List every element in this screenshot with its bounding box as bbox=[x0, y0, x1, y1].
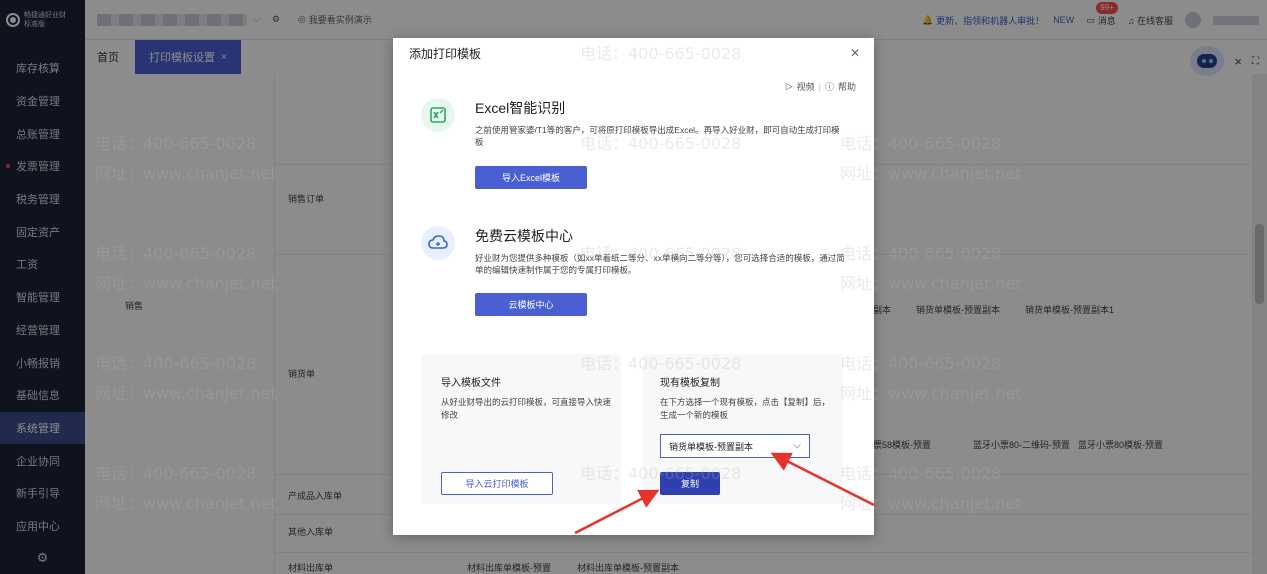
import-file-title: 导入模板文件 bbox=[441, 378, 501, 389]
import-file-description: 从好业财导出的云打印模板，可直接导入快速修改 bbox=[441, 397, 612, 420]
help-links: ▷ 视频 | ⓘ 帮助 bbox=[785, 80, 856, 93]
excel-section: Excel智能识别 之前使用管家婆/T1等的客户，可将原打印模板导出成Excel… bbox=[421, 96, 851, 196]
import-excel-label: 导入Excel模板 bbox=[501, 173, 560, 183]
excel-description: 之前使用管家婆/T1等的客户，可将原打印模板导出成Excel。再导入好业财，即可… bbox=[475, 125, 840, 147]
cloud-icon bbox=[421, 226, 455, 260]
import-excel-button[interactable]: 导入Excel模板 bbox=[475, 166, 587, 189]
help-link[interactable]: 帮助 bbox=[838, 80, 856, 93]
close-icon[interactable]: ✕ bbox=[850, 46, 860, 60]
excel-icon bbox=[421, 98, 455, 132]
add-print-template-dialog: 添加打印模板 ✕ ▷ 视频 | ⓘ 帮助 Excel智能识别 之前使用管家婆/T… bbox=[393, 38, 874, 535]
import-cloud-template-label: 导入云打印模板 bbox=[465, 479, 529, 489]
copy-label: 复制 bbox=[680, 479, 699, 489]
copy-button[interactable]: 复制 bbox=[660, 472, 720, 495]
copy-template-card: 现有模板复制 在下方选择一个现有模板，点击【复制】后，生成一个新的模板 销货单模… bbox=[643, 354, 843, 504]
excel-title: Excel智能识别 bbox=[475, 100, 566, 116]
lower-cards: 导入模板文件 从好业财导出的云打印模板，可直接导入快速修改 导入云打印模板 现有… bbox=[421, 354, 845, 504]
cloud-center-label: 云模板中心 bbox=[508, 300, 554, 310]
import-file-card: 导入模板文件 从好业财导出的云打印模板，可直接导入快速修改 导入云打印模板 bbox=[421, 354, 621, 504]
cloud-title: 免费云模板中心 bbox=[475, 228, 573, 244]
cloud-description: 好业财为您提供多种模板（如xx单着纸二等分、xx单横向二等分等），您可选择合适的… bbox=[475, 253, 845, 275]
template-select-value: 销货单模板-预置副本 bbox=[669, 441, 753, 452]
play-icon: ▷ bbox=[785, 81, 793, 91]
copy-template-description: 在下方选择一个现有模板，点击【复制】后，生成一个新的模板 bbox=[660, 397, 831, 420]
cloud-template-center-button[interactable]: 云模板中心 bbox=[475, 293, 587, 316]
help-icon: ⓘ bbox=[824, 82, 834, 92]
copy-template-title: 现有模板复制 bbox=[660, 378, 720, 389]
video-link[interactable]: 视频 bbox=[797, 80, 815, 93]
import-cloud-template-button[interactable]: 导入云打印模板 bbox=[441, 472, 553, 495]
chevron-down-icon: ⌵ bbox=[793, 440, 801, 451]
template-select[interactable]: 销货单模板-预置副本 ⌵ bbox=[660, 434, 810, 458]
cloud-section: 免费云模板中心 好业财为您提供多种模板（如xx单着纸二等分、xx单横向二等分等）… bbox=[421, 226, 851, 326]
dialog-title: 添加打印模板 bbox=[409, 46, 482, 61]
dialog-header: 添加打印模板 ✕ bbox=[393, 38, 874, 68]
